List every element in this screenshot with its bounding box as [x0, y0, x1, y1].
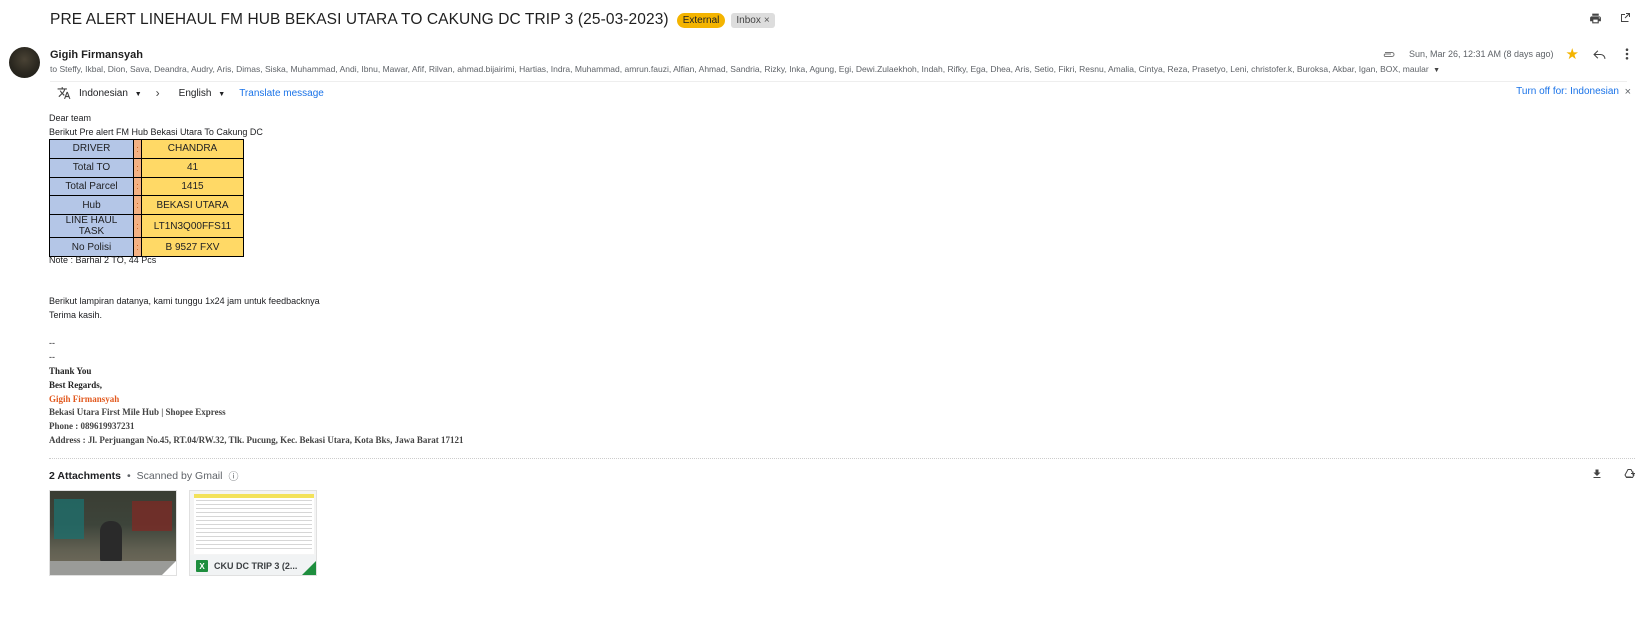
more-options-icon[interactable] [1619, 46, 1635, 62]
attachment-footer: X CKU DC TRIP 3 (2... [190, 555, 316, 575]
page-fold [302, 561, 316, 575]
table-row: Hub : BEKASI UTARA [49, 195, 244, 216]
external-badge: External [676, 12, 726, 28]
photo-person [100, 521, 122, 563]
attachments-divider [49, 458, 1635, 459]
table-separator: : [133, 237, 142, 257]
attachments-count: 2 Attachments [49, 469, 121, 482]
signature-regards: Best Regards, [49, 380, 102, 390]
translate-message-link[interactable]: Translate message [239, 88, 324, 99]
table-separator: : [133, 176, 142, 197]
attachment-filename: CKU DC TRIP 3 (2... [214, 561, 298, 571]
table-separator: : [133, 214, 142, 239]
pre-alert-table: DRIVER : CHANDRA Total TO : 41 Total Par… [49, 139, 244, 257]
spreadsheet-rows [196, 500, 312, 552]
chevron-down-icon: ▼ [218, 90, 226, 98]
open-new-window-icon[interactable] [1617, 10, 1633, 26]
table-key: Hub [49, 195, 134, 216]
signature-dash: -- [49, 352, 55, 362]
translate-bar: Indonesian ▼ › English ▼ Translate messa… [56, 85, 324, 101]
inbox-label[interactable]: Inbox × [731, 12, 775, 28]
source-language-label: Indonesian [79, 87, 128, 99]
table-value: CHANDRA [141, 139, 244, 159]
reply-icon[interactable] [1591, 46, 1607, 62]
chevron-right-icon: › [155, 86, 160, 100]
target-language-select[interactable]: English ▼ [179, 88, 226, 99]
email-subject: PRE ALERT LINEHAUL FM HUB BEKASI UTARA T… [50, 11, 669, 28]
translate-icon [56, 85, 72, 101]
attachments-actions [1589, 466, 1637, 482]
turn-off-translate-link[interactable]: Turn off for: Indonesian [1516, 86, 1619, 97]
remove-label-icon[interactable]: × [764, 15, 770, 26]
table-row: No Polisi : B 9527 FXV [49, 237, 244, 257]
table-key: No Polisi [49, 237, 134, 257]
table-value: BEKASI UTARA [141, 195, 244, 216]
download-all-icon[interactable] [1589, 466, 1605, 482]
attachments-header: 2 Attachments • Scanned by Gmail ⓘ [49, 468, 238, 484]
table-value: B 9527 FXV [141, 237, 244, 257]
print-icon[interactable] [1587, 10, 1603, 26]
table-key: LINE HAUL TASK [49, 214, 134, 239]
signature-address: Address : Jl. Perjuangan No.45, RT.04/RW… [49, 435, 464, 445]
scanned-by-gmail: Scanned by Gmail [136, 469, 223, 482]
source-language-select[interactable]: Indonesian ▼ [79, 88, 142, 99]
table-value: LT1N3Q00FFS11 [141, 214, 244, 239]
table-row: Total TO : 41 [49, 157, 244, 178]
table-row: Total Parcel : 1415 [49, 176, 244, 197]
attachment-photo-thumbnail[interactable] [49, 490, 177, 576]
thanks-text: Terima kasih. [49, 310, 103, 320]
signature-phone: Phone : 089619937231 [49, 421, 135, 431]
attachments-separator: • [126, 469, 131, 482]
signature-name: Gigih Firmansyah [49, 394, 120, 404]
table-key: Total Parcel [49, 176, 134, 197]
page-fold [162, 561, 176, 575]
table-value: 1415 [141, 176, 244, 197]
photo-floor [50, 561, 176, 575]
greeting: Dear team [49, 113, 92, 123]
subject-row: PRE ALERT LINEHAUL FM HUB BEKASI UTARA T… [50, 7, 1647, 33]
photo-detail [54, 499, 84, 539]
intro-text: Berikut Pre alert FM Hub Bekasi Utara To… [49, 127, 263, 137]
attachment-instruction: Berikut lampiran datanya, kami tunggu 1x… [49, 296, 320, 306]
recipients-text: to Steffy, Ikbal, Dion, Sava, Deandra, A… [50, 64, 1429, 74]
inbox-label-text: Inbox [736, 14, 761, 26]
close-icon[interactable]: × [1625, 86, 1631, 98]
table-separator: : [133, 157, 142, 178]
table-value: 41 [141, 157, 244, 178]
star-icon[interactable]: ★ [1566, 47, 1579, 62]
recipients-dropdown-icon[interactable]: ▼ [1433, 67, 1440, 74]
info-icon[interactable]: ⓘ [228, 468, 238, 483]
message-meta: Sun, Mar 26, 12:31 AM (8 days ago) ★ [1381, 46, 1635, 62]
table-key: DRIVER [49, 139, 134, 159]
message-date[interactable]: Sun, Mar 26, 12:31 AM (8 days ago) [1409, 49, 1554, 59]
top-right-actions [1587, 10, 1633, 26]
excel-icon: X [196, 560, 208, 572]
attachment-spreadsheet-thumbnail[interactable]: X CKU DC TRIP 3 (2... [189, 490, 317, 576]
table-row: DRIVER : CHANDRA [49, 139, 244, 159]
spreadsheet-header [194, 494, 314, 498]
table-key: Total TO [49, 157, 134, 178]
chevron-down-icon: ▼ [134, 90, 142, 98]
table-row: LINE HAUL TASK : LT1N3Q00FFS11 [49, 214, 244, 239]
photo-detail [132, 501, 172, 531]
table-separator: : [133, 195, 142, 216]
target-language-label: English [178, 87, 212, 99]
signature-company: Bekasi Utara First Mile Hub | Shopee Exp… [49, 407, 226, 417]
add-to-drive-icon[interactable] [1621, 466, 1637, 482]
signature-dash: -- [49, 338, 55, 348]
attachment-icon [1381, 46, 1397, 62]
note-text: Note : Barhal 2 TO, 44 Pcs [49, 255, 157, 265]
signature-thank-you: Thank You [49, 366, 92, 376]
table-separator: : [133, 139, 142, 159]
header-divider [50, 81, 1627, 82]
recipients-line: to Steffy, Ikbal, Dion, Sava, Deandra, A… [50, 64, 1460, 74]
sender-avatar[interactable] [9, 47, 40, 78]
sender-name[interactable]: Gigih Firmansyah [50, 49, 143, 61]
